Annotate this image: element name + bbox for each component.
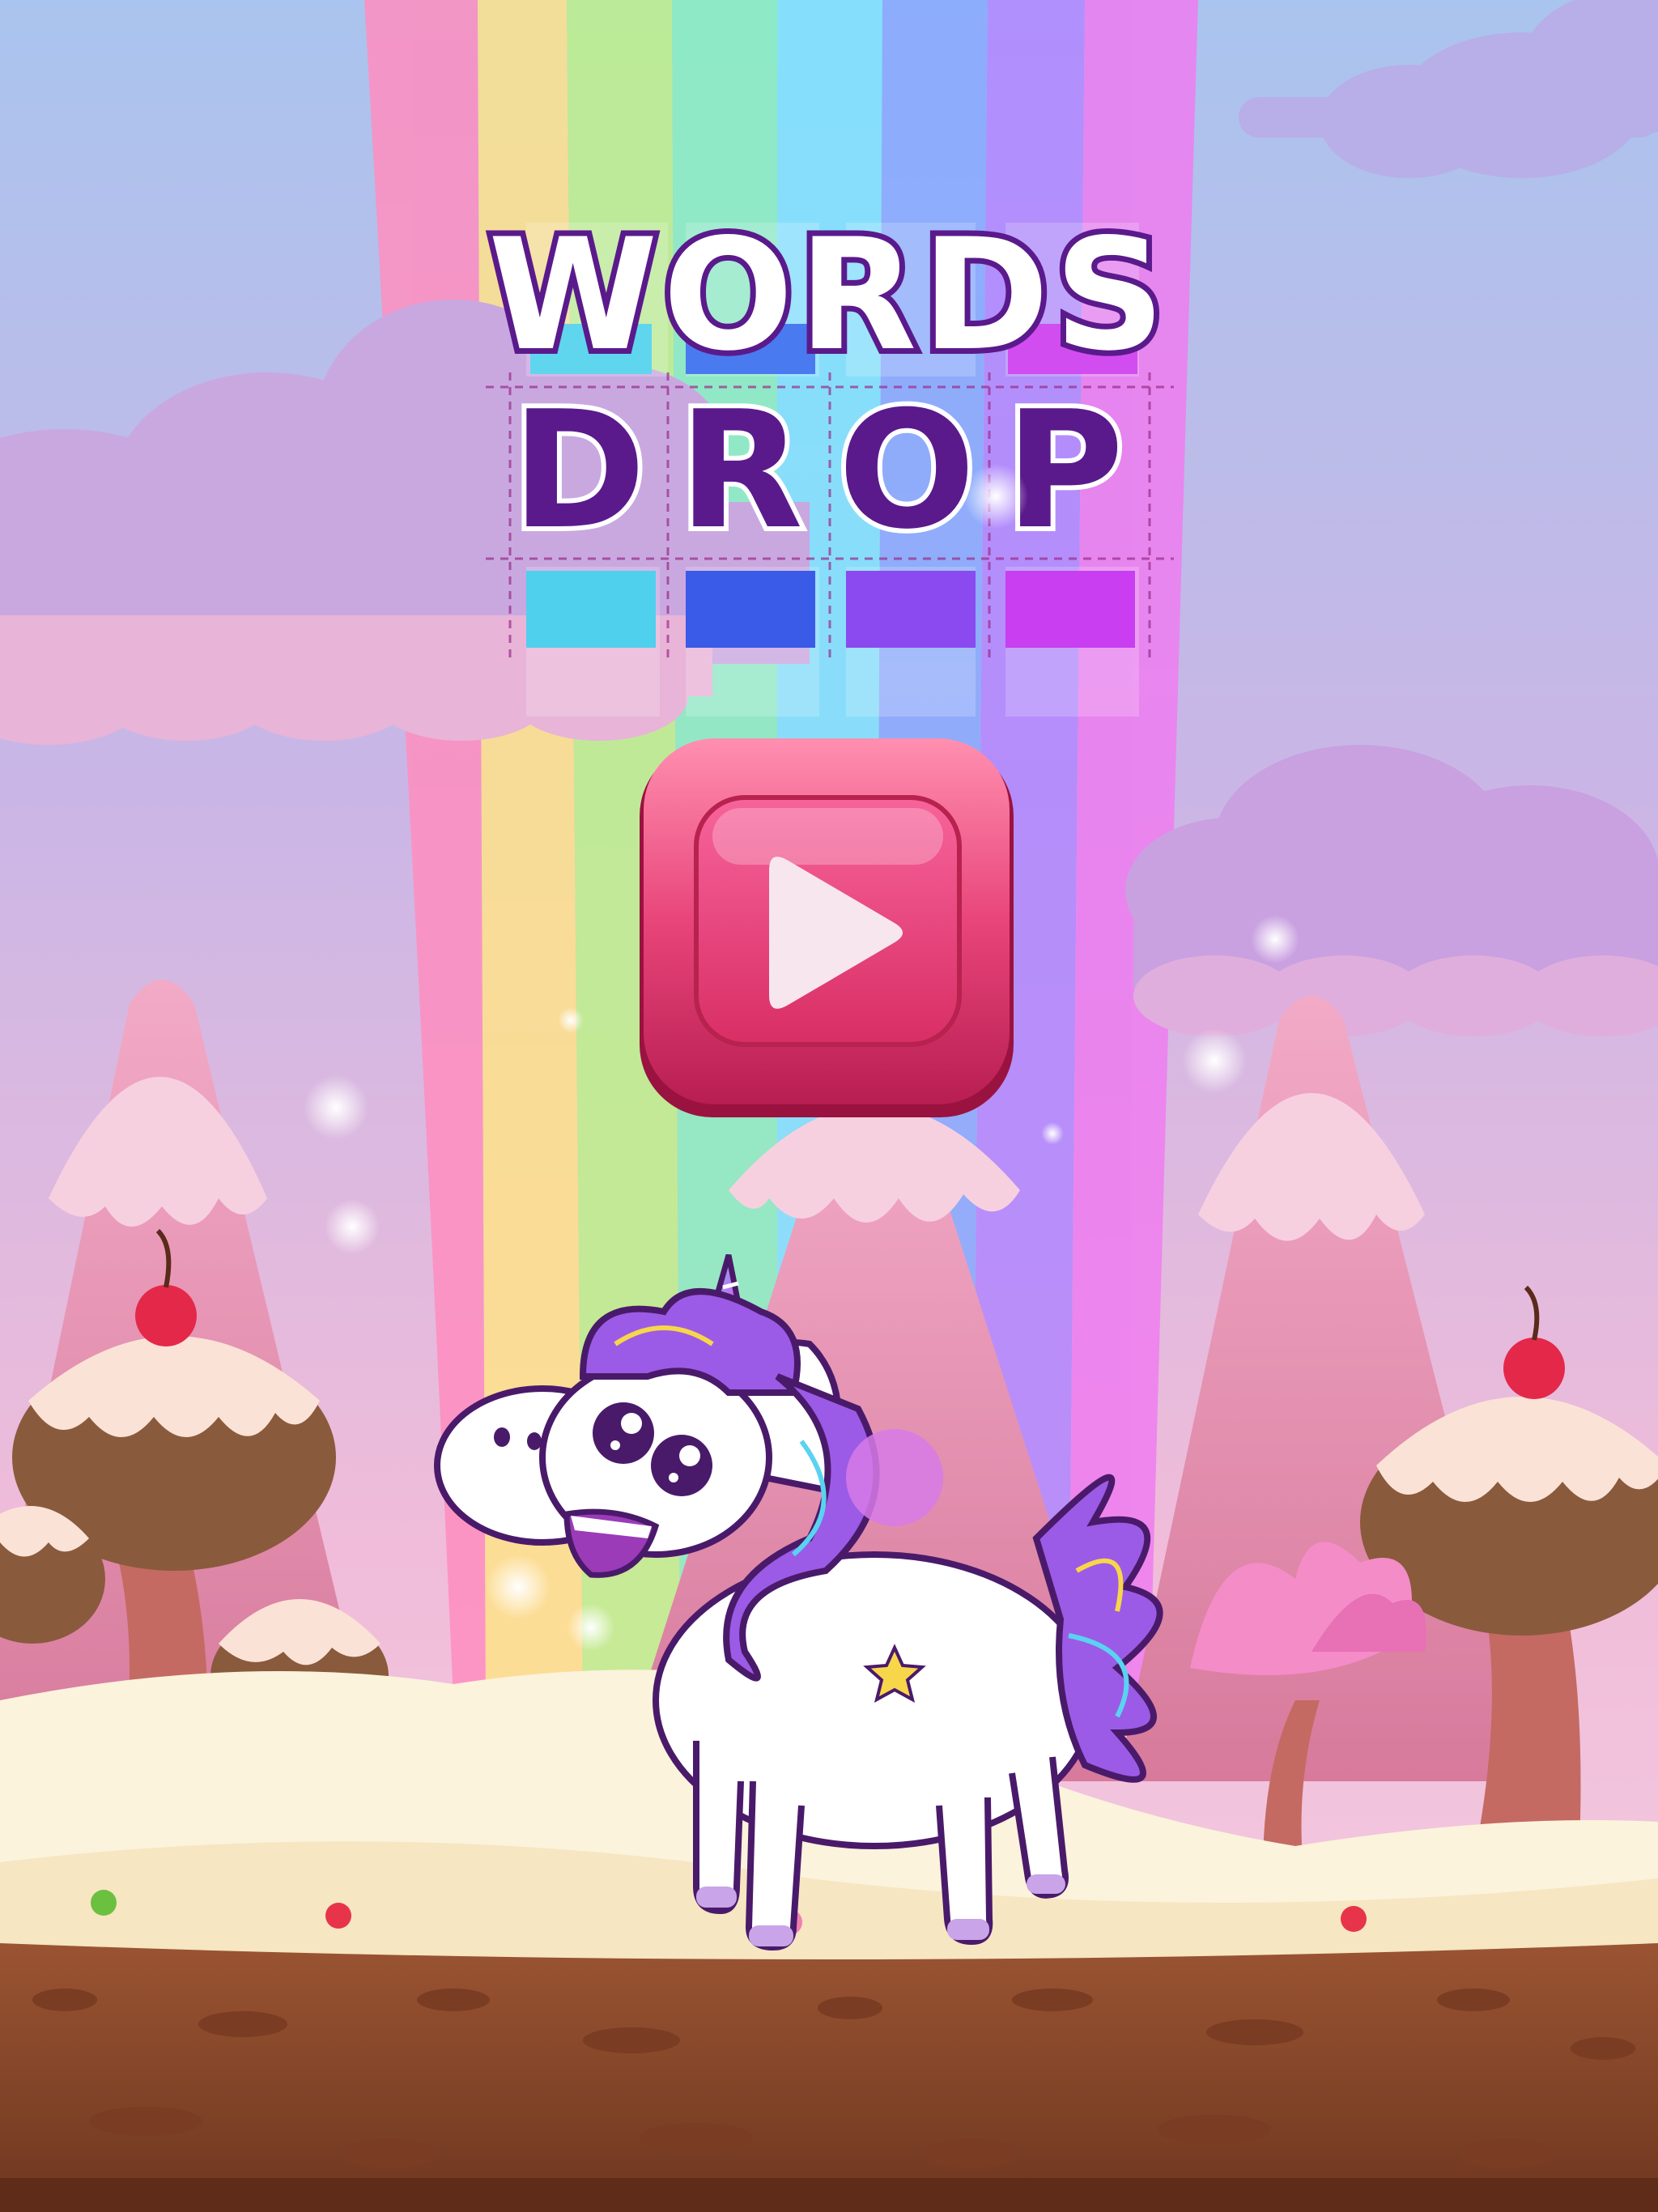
- title-letter-p: P: [1005, 376, 1124, 565]
- chocolate-ground: [0, 1943, 1658, 2212]
- game-start-screen: WORDS D R O P: [0, 0, 1658, 2212]
- title-tile-blue: [686, 571, 815, 648]
- title-tile-cyan: [526, 571, 656, 648]
- title-tile-purple: [846, 571, 976, 648]
- play-button[interactable]: [640, 738, 1014, 1117]
- title-tile-magenta: [1005, 571, 1135, 648]
- title-letter-r: R: [678, 376, 803, 565]
- title-letter-o: O: [838, 376, 976, 565]
- game-scene: WORDS D R O P: [0, 0, 1658, 2212]
- pink-bubble: [846, 1429, 943, 1526]
- title-words: WORDS: [488, 206, 1170, 385]
- title-letter-d: D: [512, 376, 646, 565]
